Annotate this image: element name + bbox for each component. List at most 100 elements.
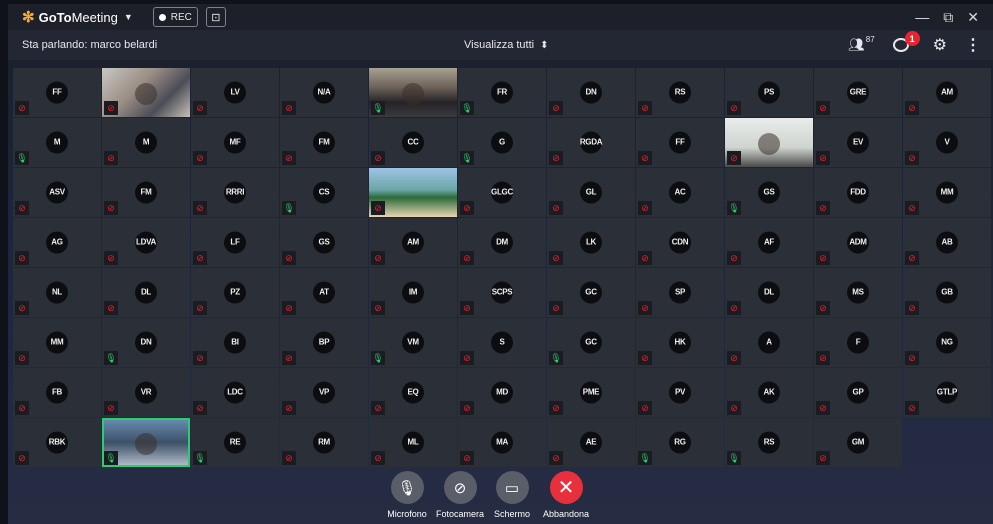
participant-tile[interactable]: MM ⊘ [903, 168, 991, 217]
participant-tile[interactable]: MF ⊘ [191, 118, 279, 167]
participant-tile[interactable]: GC 🎙︎ [547, 318, 635, 367]
settings-gear-icon[interactable]: ⚙ [933, 35, 947, 55]
participant-tile[interactable]: GRE ⊘ [814, 68, 902, 117]
participant-tile[interactable]: AF ⊘ [725, 218, 813, 267]
participant-tile[interactable]: HK ⊘ [636, 318, 724, 367]
minimize-button[interactable]: — [915, 9, 929, 26]
participant-video-tile[interactable]: ⊘ [102, 68, 190, 117]
participant-tile[interactable]: RG 🎙︎ [636, 418, 724, 467]
restore-button[interactable]: ⧉ [943, 9, 953, 26]
participant-tile[interactable]: RS 🎙︎ [725, 418, 813, 467]
participant-tile[interactable]: BP ⊘ [280, 318, 368, 367]
participant-tile[interactable]: GS 🎙︎ [725, 168, 813, 217]
app-logo-menu[interactable]: ✻ GoTo Meeting ▼ [22, 8, 133, 26]
participant-tile[interactable]: NL ⊘ [13, 268, 101, 317]
participants-button[interactable]: 👥︎ 87 [848, 35, 874, 53]
participant-tile[interactable]: ML ⊘ [369, 418, 457, 467]
participant-tile[interactable]: LDVA ⊘ [102, 218, 190, 267]
participant-tile[interactable]: N/A ⊘ [280, 68, 368, 117]
participant-tile[interactable]: PV ⊘ [636, 368, 724, 417]
participant-tile[interactable]: GTLP ⊘ [903, 368, 991, 417]
screen-share-icon[interactable]: ▭ [495, 471, 529, 504]
participant-tile[interactable]: MA ⊘ [458, 418, 546, 467]
participant-tile[interactable]: M ⊘ [102, 118, 190, 167]
participant-tile[interactable]: PZ ⊘ [191, 268, 279, 317]
participant-tile[interactable]: DN 🎙︎ [102, 318, 190, 367]
participant-tile[interactable]: VR ⊘ [102, 368, 190, 417]
participant-tile[interactable]: FB ⊘ [13, 368, 101, 417]
microphone-off-icon[interactable]: 🎙︎ [390, 471, 424, 504]
leave-x-icon[interactable]: ✕ [549, 471, 583, 504]
participant-tile[interactable]: EQ ⊘ [369, 368, 457, 417]
participant-tile[interactable]: LF ⊘ [191, 218, 279, 267]
participant-tile[interactable]: AC ⊘ [636, 168, 724, 217]
participant-tile[interactable]: FF ⊘ [13, 68, 101, 117]
participant-tile[interactable]: PME ⊘ [547, 368, 635, 417]
participant-tile[interactable]: FM ⊘ [280, 118, 368, 167]
participant-tile[interactable]: GP ⊘ [814, 368, 902, 417]
participant-tile[interactable]: CC ⊘ [369, 118, 457, 167]
chat-button[interactable]: 1 [892, 31, 920, 52]
participant-video-tile[interactable]: 🎙︎ [369, 68, 457, 117]
participant-tile[interactable]: RM ⊘ [280, 418, 368, 467]
leave-meeting-control[interactable]: ✕ Abbandona [536, 471, 596, 519]
participant-tile[interactable]: S ⊘ [458, 318, 546, 367]
participant-tile[interactable]: RBK ⊘ [13, 418, 101, 467]
participant-tile[interactable]: LDC ⊘ [191, 368, 279, 417]
participant-tile[interactable]: GM ⊘ [814, 418, 902, 467]
participant-tile[interactable]: FR 🎙︎ [458, 68, 546, 117]
participant-tile[interactable]: DL ⊘ [102, 268, 190, 317]
participant-video-tile[interactable]: 🎙︎ [102, 418, 190, 467]
participant-tile[interactable]: A ⊘ [725, 318, 813, 367]
participant-tile[interactable]: LV ⊘ [191, 68, 279, 117]
participant-tile[interactable]: G 🎙︎ [458, 118, 546, 167]
participant-tile[interactable]: AM ⊘ [369, 218, 457, 267]
participant-tile[interactable]: AE ⊘ [547, 418, 635, 467]
participant-tile[interactable]: SP ⊘ [636, 268, 724, 317]
more-options-icon[interactable]: ⋮ [965, 35, 981, 55]
participant-tile[interactable]: M 🎙︎ [13, 118, 101, 167]
participant-tile[interactable]: NG ⊘ [903, 318, 991, 367]
screen-share-control[interactable]: ▭ Schermo [482, 471, 542, 519]
participant-video-tile[interactable]: ⊘ [369, 168, 457, 217]
participant-tile[interactable]: MD ⊘ [458, 368, 546, 417]
participant-tile[interactable]: ADM ⊘ [814, 218, 902, 267]
participant-tile[interactable]: BI ⊘ [191, 318, 279, 367]
participant-tile[interactable]: FF ⊘ [636, 118, 724, 167]
participant-tile[interactable]: AT ⊘ [280, 268, 368, 317]
participant-tile[interactable]: RE 🎙︎ [191, 418, 279, 467]
participant-tile[interactable]: GC ⊘ [547, 268, 635, 317]
participant-tile[interactable]: DL ⊘ [725, 268, 813, 317]
participant-tile[interactable]: CDN ⊘ [636, 218, 724, 267]
participant-tile[interactable]: SCPS ⊘ [458, 268, 546, 317]
participant-tile[interactable]: VP ⊘ [280, 368, 368, 417]
participant-video-tile[interactable]: ⊘ [725, 118, 813, 167]
camera-control[interactable]: ⊘ Fotocamera [430, 471, 490, 519]
participant-tile[interactable]: GL ⊘ [547, 168, 635, 217]
participant-tile[interactable]: AG ⊘ [13, 218, 101, 267]
participant-tile[interactable]: MM ⊘ [13, 318, 101, 367]
participant-tile[interactable]: DN ⊘ [547, 68, 635, 117]
participant-tile[interactable]: AK ⊘ [725, 368, 813, 417]
participant-tile[interactable]: RRRI ⊘ [191, 168, 279, 217]
participant-tile[interactable]: GLGC ⊘ [458, 168, 546, 217]
view-all-selector[interactable]: Visualizza tutti ⬍ [464, 39, 549, 51]
participant-tile[interactable]: F ⊘ [814, 318, 902, 367]
close-window-button[interactable]: ✕ [967, 9, 979, 26]
record-button[interactable]: REC [152, 7, 198, 27]
participant-tile[interactable]: RS ⊘ [636, 68, 724, 117]
participant-tile[interactable]: ASV ⊘ [13, 168, 101, 217]
camera-off-icon[interactable]: ⊘ [443, 471, 477, 504]
participant-tile[interactable]: FM ⊘ [102, 168, 190, 217]
participant-tile[interactable]: IM ⊘ [369, 268, 457, 317]
microphone-control[interactable]: 🎙︎ Microfono [377, 471, 437, 519]
participant-tile[interactable]: VM 🎙︎ [369, 318, 457, 367]
participant-tile[interactable]: DM ⊘ [458, 218, 546, 267]
participant-tile[interactable]: V ⊘ [903, 118, 991, 167]
participant-tile[interactable]: EV ⊘ [814, 118, 902, 167]
participant-tile[interactable]: AB ⊘ [903, 218, 991, 267]
participant-tile[interactable]: CS 🎙︎ [280, 168, 368, 217]
participant-tile[interactable]: GS ⊘ [280, 218, 368, 267]
participant-tile[interactable]: FDD ⊘ [814, 168, 902, 217]
participant-tile[interactable]: PS ⊘ [725, 68, 813, 117]
